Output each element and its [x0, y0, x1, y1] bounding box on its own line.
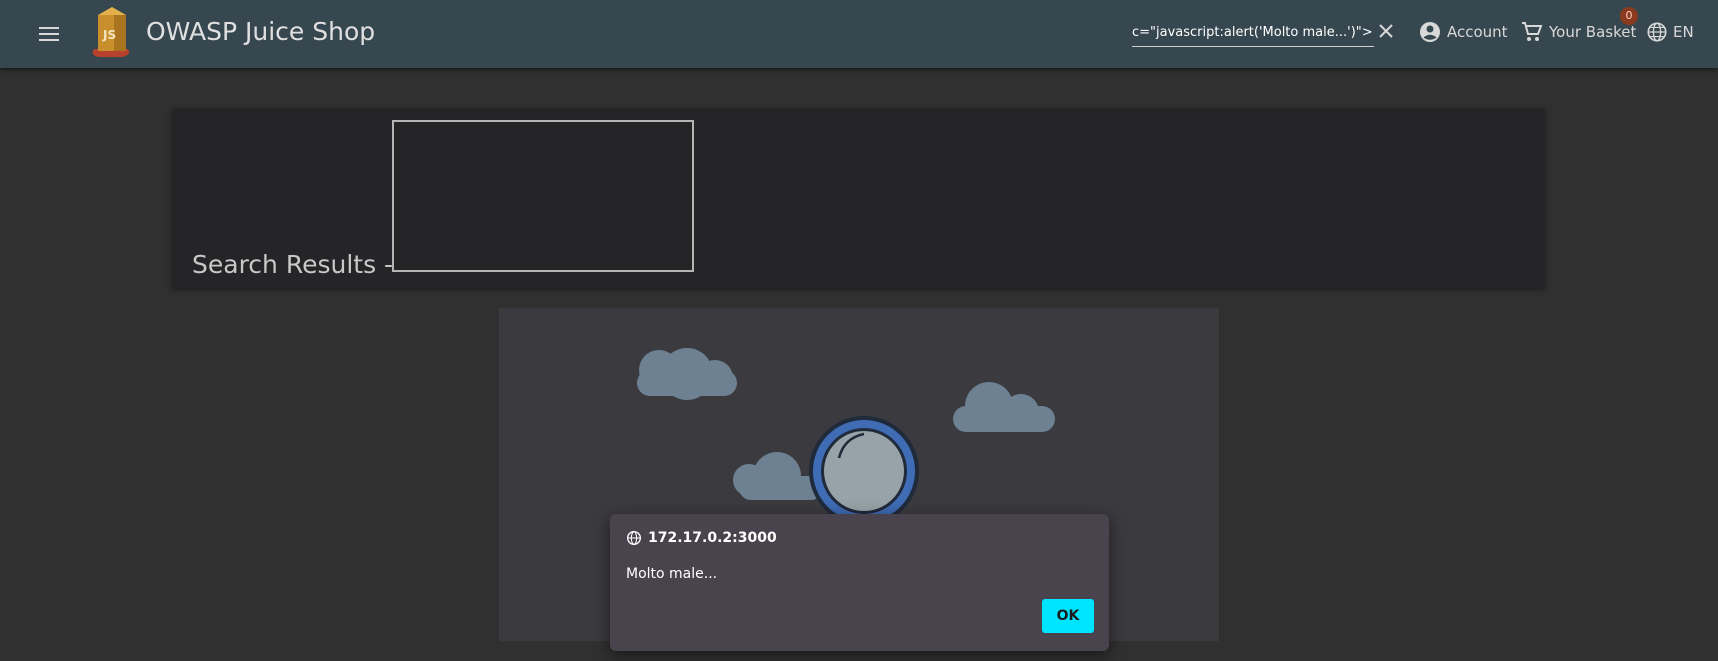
globe-icon	[627, 531, 641, 545]
search-results-heading: Search Results -	[192, 250, 394, 279]
account-label: Account	[1447, 23, 1508, 41]
account-button[interactable]: Account	[1418, 20, 1508, 44]
logo-lettering: JS	[102, 28, 116, 42]
dialog-message: Molto male...	[626, 566, 718, 582]
basket-label: Your Basket	[1549, 23, 1637, 41]
account-circle-icon	[1420, 22, 1440, 42]
app-title[interactable]: OWASP Juice Shop	[146, 17, 375, 46]
menu-icon[interactable]	[36, 21, 62, 47]
search-input[interactable]	[1132, 21, 1374, 43]
dialog-origin: 172.17.0.2:3000	[626, 530, 777, 546]
globe-icon	[1647, 22, 1667, 42]
alert-dialog: 172.17.0.2:3000 Molto male... OK	[610, 514, 1109, 651]
cloud-icon	[953, 382, 1055, 432]
top-toolbar: JS OWASP Juice Shop Account Your Basket …	[0, 0, 1718, 68]
juice-shop-logo[interactable]: JS	[88, 3, 140, 59]
shopping-cart-icon	[1522, 22, 1543, 41]
dialog-origin-text: 172.17.0.2:3000	[648, 530, 777, 546]
language-button[interactable]: EN	[1646, 20, 1694, 44]
ok-button[interactable]: OK	[1042, 599, 1094, 633]
cloud-icon	[637, 348, 737, 400]
basket-count-badge: 0	[1620, 7, 1638, 25]
close-icon[interactable]	[1375, 20, 1397, 42]
injected-iframe[interactable]	[392, 120, 694, 272]
search-field[interactable]	[1132, 20, 1374, 47]
basket-button[interactable]: Your Basket	[1520, 20, 1636, 44]
language-label: EN	[1673, 23, 1694, 41]
